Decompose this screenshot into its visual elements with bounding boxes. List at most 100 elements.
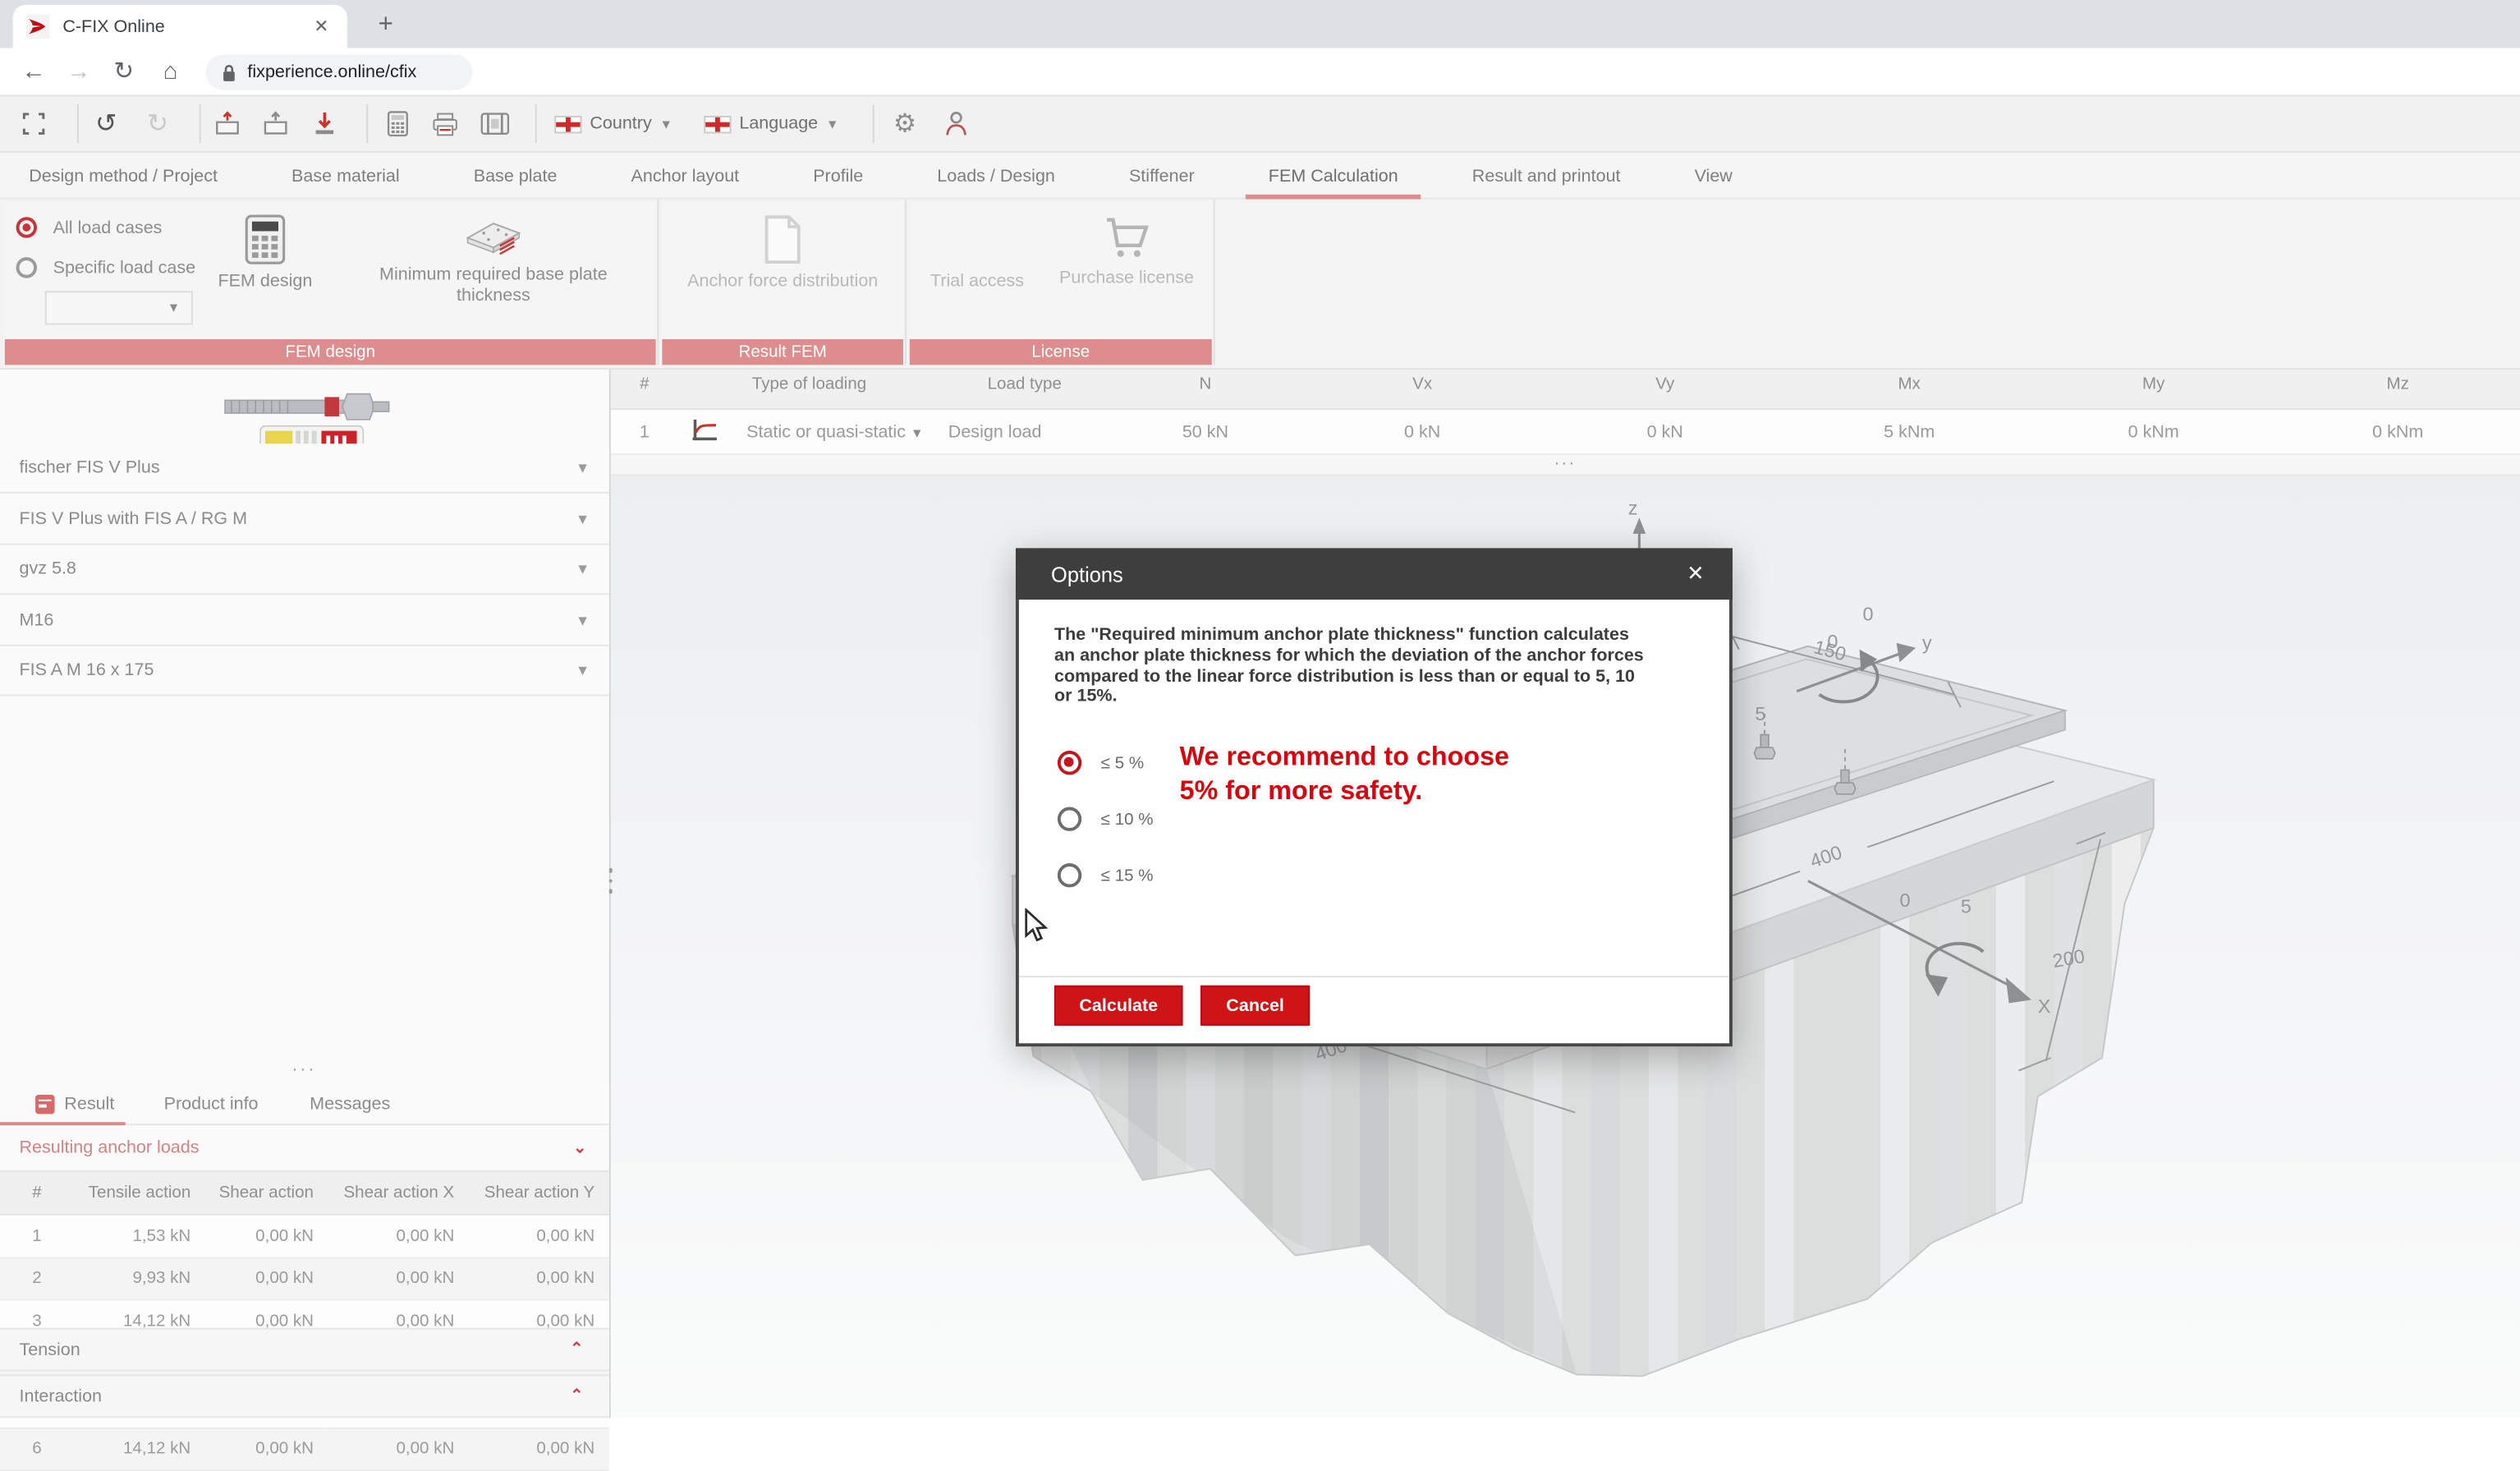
reload-icon[interactable]: ↻ bbox=[106, 55, 141, 90]
tab-product-info[interactable]: Product info bbox=[164, 1083, 259, 1124]
document-icon bbox=[764, 214, 802, 265]
language-select[interactable]: Language ▼ bbox=[704, 106, 838, 141]
address-bar[interactable]: fixperience.online/cfix bbox=[206, 55, 473, 90]
ribbon: All load cases Specific load case ▼ FEM … bbox=[0, 200, 2520, 370]
anchor-load-row: 614,12 kN0,00 kN0,00 kN0,00 kN bbox=[0, 1427, 609, 1470]
chevron-down-icon: ▼ bbox=[576, 561, 590, 577]
undo-icon[interactable]: ↺ bbox=[90, 106, 122, 141]
svg-text:X: X bbox=[2038, 995, 2051, 1017]
tab-anchor-layout[interactable]: Anchor layout bbox=[631, 154, 740, 197]
print-icon[interactable] bbox=[429, 106, 461, 141]
type-of-loading-select[interactable]: Static or quasi-static ▼ bbox=[730, 422, 940, 441]
cancel-button[interactable]: Cancel bbox=[1200, 986, 1310, 1026]
dialog-header[interactable]: Options ✕ bbox=[1016, 548, 1733, 600]
section-tension[interactable]: Tension ⌃ bbox=[0, 1328, 609, 1372]
tab-stiffener[interactable]: Stiffener bbox=[1129, 154, 1195, 197]
col-vx: Vx bbox=[1301, 375, 1543, 393]
open-project-icon[interactable] bbox=[210, 106, 242, 141]
tab-view[interactable]: View bbox=[1695, 154, 1733, 197]
dropdown-product-family[interactable]: fischer FIS V Plus▼ bbox=[0, 444, 609, 494]
trial-key-icon bbox=[958, 214, 997, 265]
table-cell: 0,00 kN bbox=[469, 1257, 609, 1300]
tab-design-method[interactable]: Design method / Project bbox=[29, 154, 218, 197]
chevron-down-icon: ⌄ bbox=[573, 1139, 586, 1157]
mz-value: 0 kNm bbox=[2275, 422, 2520, 441]
forward-icon[interactable]: → bbox=[61, 55, 96, 90]
radio-selected-icon bbox=[16, 217, 37, 237]
radio-option-5pct[interactable]: ≤ 5 % bbox=[1058, 751, 1144, 775]
browser-tab-strip: C-FIX Online ✕ + bbox=[0, 0, 2520, 48]
toolbar-divider bbox=[873, 104, 874, 143]
chevron-down-icon: ▼ bbox=[660, 117, 673, 131]
redo-icon[interactable]: ↻ bbox=[141, 106, 173, 141]
settings-gear-icon[interactable]: ⚙ bbox=[888, 106, 920, 141]
table-header-row: # Tensile action Shear action Shear acti… bbox=[0, 1171, 609, 1215]
dropdown-steel-grade[interactable]: gvz 5.8▼ bbox=[0, 545, 609, 595]
dropdown-product-variant[interactable]: FIS V Plus with FIS A / RG M▼ bbox=[0, 494, 609, 545]
col-my: My bbox=[2031, 375, 2276, 393]
save-project-icon[interactable] bbox=[259, 106, 291, 141]
tab-title: C-FIX Online bbox=[62, 17, 308, 36]
radio-option-15pct[interactable]: ≤ 15 % bbox=[1058, 863, 1154, 887]
section-resulting-anchor-loads[interactable]: Resulting anchor loads ⌄ bbox=[0, 1125, 609, 1170]
back-icon[interactable]: ← bbox=[16, 55, 52, 90]
fem-design-button[interactable]: FEM design bbox=[206, 214, 325, 292]
radio-option-10pct[interactable]: ≤ 10 % bbox=[1058, 807, 1154, 831]
chevron-up-icon: ⌃ bbox=[570, 1387, 583, 1405]
tab-close-icon[interactable]: ✕ bbox=[309, 14, 334, 39]
calculate-button[interactable]: Calculate bbox=[1054, 986, 1183, 1026]
contact-person-icon[interactable] bbox=[940, 106, 972, 141]
video-icon[interactable] bbox=[477, 106, 512, 141]
new-tab-button[interactable]: + bbox=[366, 7, 405, 45]
table-cell: 0,00 kN bbox=[205, 1257, 328, 1300]
vy-value: 0 kN bbox=[1543, 422, 1788, 441]
table-cell: 9,93 kN bbox=[74, 1257, 205, 1300]
anchor-loads-table: # Tensile action Shear action Shear acti… bbox=[0, 1170, 609, 1471]
tab-result[interactable]: Result bbox=[0, 1083, 126, 1124]
dropdown-anchor-type[interactable]: FIS A M 16 x 175▼ bbox=[0, 647, 609, 697]
radio-all-load-cases[interactable]: All load cases bbox=[16, 217, 163, 237]
home-icon[interactable]: ⌂ bbox=[153, 55, 188, 90]
browser-tab[interactable]: C-FIX Online ✕ bbox=[13, 5, 347, 48]
country-select[interactable]: Country ▼ bbox=[554, 106, 672, 141]
col-vy: Vy bbox=[1543, 375, 1788, 393]
table-cell: 0,00 kN bbox=[205, 1427, 328, 1470]
tab-messages[interactable]: Messages bbox=[310, 1083, 390, 1124]
fischer-favicon bbox=[25, 15, 49, 39]
radio-specific-load-case[interactable]: Specific load case bbox=[16, 257, 196, 278]
svg-text:0: 0 bbox=[1827, 631, 1838, 652]
chevron-down-icon: ▼ bbox=[576, 460, 590, 476]
vx-value: 0 kN bbox=[1301, 422, 1543, 441]
col-n: N bbox=[1109, 375, 1302, 393]
group-banner-result-fem: Result FEM bbox=[662, 339, 903, 365]
tab-base-material[interactable]: Base material bbox=[291, 154, 400, 197]
anchor-force-distribution-button[interactable]: Anchor force distribution bbox=[675, 214, 890, 292]
tab-base-plate[interactable]: Base plate bbox=[474, 154, 558, 197]
tab-profile[interactable]: Profile bbox=[813, 154, 863, 197]
min-base-plate-thickness-button[interactable]: Minimum required base plate thickness bbox=[366, 218, 620, 306]
radio-unselected-icon bbox=[1058, 863, 1081, 887]
calculator-icon[interactable] bbox=[381, 106, 413, 141]
loads-table-more[interactable]: ... bbox=[611, 455, 2520, 476]
dropdown-size[interactable]: M16▼ bbox=[0, 596, 609, 646]
purchase-license-button[interactable]: Purchase license bbox=[1058, 214, 1196, 288]
download-icon[interactable] bbox=[309, 106, 341, 141]
group-banner-fem-design: FEM design bbox=[5, 339, 656, 365]
trial-access-button[interactable]: Trial access bbox=[920, 214, 1035, 292]
table-cell: 1,53 kN bbox=[74, 1215, 205, 1257]
section-interaction[interactable]: Interaction ⌃ bbox=[0, 1374, 609, 1418]
panel-splitter[interactable] bbox=[606, 857, 616, 905]
radio-unselected-icon bbox=[16, 257, 37, 278]
dialog-description: The "Required minimum anchor plate thick… bbox=[1054, 625, 1646, 707]
radio-selected-icon bbox=[1058, 751, 1081, 775]
svg-text:5: 5 bbox=[1961, 896, 1971, 917]
tab-result-printout[interactable]: Result and printout bbox=[1472, 154, 1621, 197]
tab-loads-design[interactable]: Loads / Design bbox=[937, 154, 1055, 197]
table-cell: 0,00 kN bbox=[205, 1215, 328, 1257]
close-icon[interactable]: ✕ bbox=[1681, 559, 1710, 588]
table-cell: 6 bbox=[0, 1427, 74, 1470]
load-case-select[interactable]: ▼ bbox=[45, 291, 193, 324]
tab-fem-calculation[interactable]: FEM Calculation bbox=[1269, 154, 1398, 197]
fullscreen-icon[interactable] bbox=[19, 106, 48, 141]
sidebar-more[interactable]: ... bbox=[0, 1060, 609, 1082]
